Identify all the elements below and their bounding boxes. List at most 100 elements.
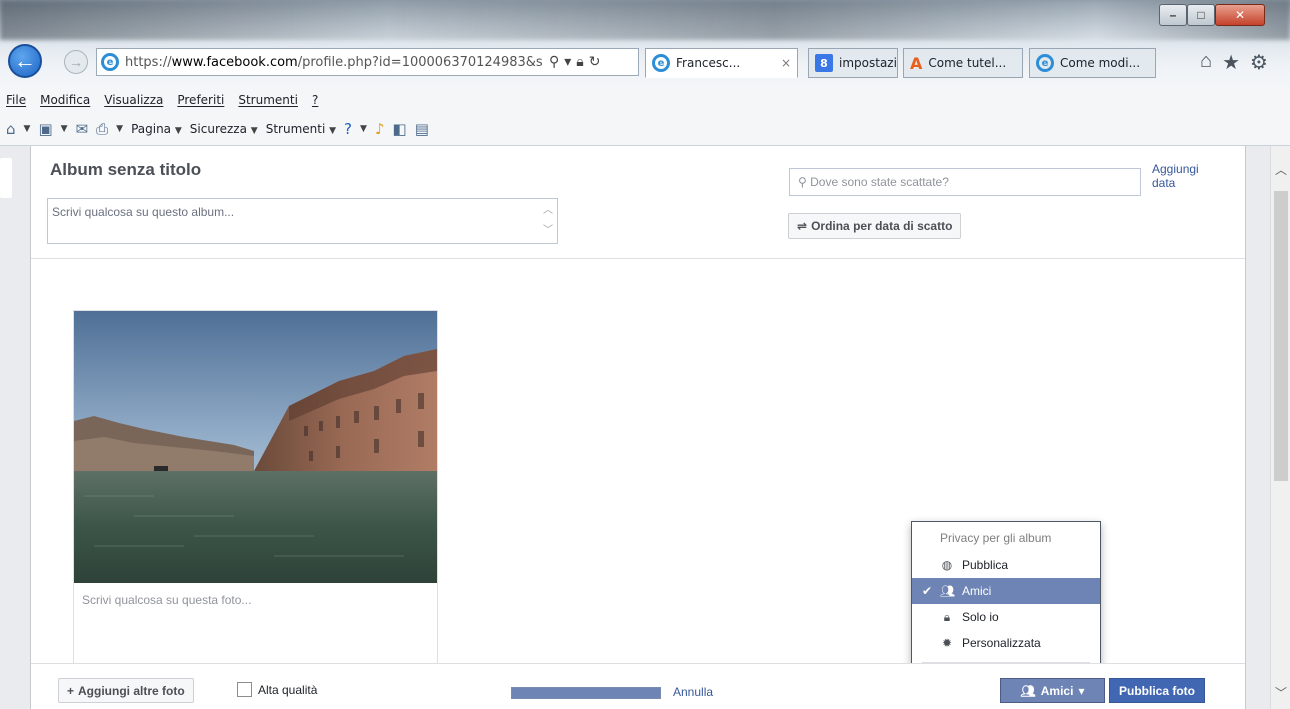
album-editor: Album senza titolo Scrivi qualcosa su qu…: [30, 146, 1246, 709]
privacy-option-custom[interactable]: ✹ Personalizzata: [912, 630, 1100, 656]
dropdown-icon[interactable]: ▼: [24, 124, 31, 134]
high-quality-option[interactable]: Alta qualità: [237, 682, 317, 697]
dropdown-icon[interactable]: ▼: [61, 124, 68, 134]
search-icon[interactable]: ⚲: [549, 54, 559, 70]
cancel-link[interactable]: Annulla: [673, 685, 713, 699]
settings-gear-icon[interactable]: ⚙: [1250, 50, 1268, 75]
tab-label: Francesc...: [676, 56, 741, 70]
command-security[interactable]: Sicurezza ▼: [190, 122, 258, 136]
privacy-menu-header: Privacy per gli album: [940, 531, 1052, 545]
friends-icon: 👥︎: [1020, 683, 1036, 698]
command-page[interactable]: Pagina ▼: [131, 122, 182, 136]
dropdown-icon: ▼: [329, 125, 337, 136]
sort-by-date-button[interactable]: ⇌ Ordina per data di scatto: [788, 213, 962, 239]
maximize-button[interactable]: □: [1187, 4, 1215, 26]
lock-icon: 🔒︎: [943, 609, 951, 624]
high-quality-checkbox[interactable]: [237, 682, 252, 697]
privacy-dropdown-menu: Privacy per gli album ◍ Pubblica ✔ 👥︎ Am…: [911, 521, 1101, 681]
favorites-star-icon[interactable]: ★: [1222, 50, 1240, 75]
menu-file[interactable]: File: [6, 93, 26, 107]
home-icon[interactable]: ⌂: [6, 120, 16, 138]
minimize-button[interactable]: –: [1159, 4, 1187, 26]
menu-visualizza[interactable]: Visualizza: [104, 93, 163, 107]
tab-facebook[interactable]: e Francesc... ×: [645, 48, 798, 78]
close-tab-icon[interactable]: ×: [781, 56, 791, 70]
address-url[interactable]: https://www.facebook.com/profile.php?id=…: [125, 55, 545, 70]
forward-button[interactable]: →: [64, 50, 88, 74]
scroll-down-arrow-icon[interactable]: ﹀: [1271, 683, 1290, 703]
location-placeholder: Dove sono state scattate?: [810, 175, 949, 189]
privacy-option-friends[interactable]: ✔ 👥︎ Amici: [912, 578, 1100, 604]
tab-impostazioni[interactable]: 8 impostazio...: [808, 48, 898, 78]
dropdown-icon[interactable]: ▼: [360, 124, 367, 134]
music-note-icon[interactable]: ♪: [375, 120, 385, 138]
home-icon[interactable]: ⌂: [1200, 50, 1212, 75]
command-security-label: Sicurezza: [189, 121, 247, 136]
lock-icon[interactable]: 🔒︎: [576, 54, 583, 70]
scroll-up-arrow-icon[interactable]: ︿: [1271, 160, 1290, 180]
add-more-photos-button[interactable]: + Aggiungi altre foto: [58, 678, 194, 703]
privacy-option-label: Pubblica: [962, 558, 1009, 572]
dropdown-icon[interactable]: ▼: [116, 124, 123, 134]
friends-icon: 👥︎: [940, 584, 956, 598]
url-path: /profile.php?id=100006370124983&s: [297, 54, 543, 70]
back-button[interactable]: ←: [8, 44, 42, 78]
location-input[interactable]: ⚲ Dove sono state scattate?: [789, 168, 1141, 196]
page-viewport: Album senza titolo Scrivi qualcosa su qu…: [0, 146, 1270, 709]
ie-icon: e: [652, 54, 670, 72]
ie-icon: e: [101, 53, 119, 71]
sort-button-label: Ordina per data di scatto: [811, 219, 953, 233]
textarea-scroll-arrows[interactable]: ︿ ﹀: [543, 201, 553, 241]
title-bar-background: [0, 0, 1290, 40]
scrollbar-thumb[interactable]: [1274, 191, 1288, 481]
album-description-input[interactable]: Scrivi qualcosa su questo album... ︿ ﹀: [47, 198, 558, 244]
tab-label: Come tutel...: [928, 56, 1007, 70]
album-header: Album senza titolo Scrivi qualcosa su qu…: [31, 146, 1245, 259]
aranzulla-icon: A: [910, 53, 923, 73]
feeds-icon[interactable]: ▣: [38, 120, 52, 138]
checkmark-icon: ✔: [922, 584, 933, 598]
command-page-label: Pagina: [131, 121, 172, 136]
menu-help[interactable]: ?: [312, 93, 318, 107]
help-icon[interactable]: ?: [344, 120, 352, 138]
ie-icon: e: [1036, 54, 1054, 72]
menu-strumenti[interactable]: Strumenti: [238, 93, 298, 107]
url-scheme: https://: [125, 54, 172, 70]
album-title[interactable]: Album senza titolo: [50, 160, 201, 180]
command-tools[interactable]: Strumenti ▼: [266, 122, 336, 136]
research-icon[interactable]: ◧: [393, 120, 407, 138]
url-domain: www.facebook.com: [171, 54, 298, 70]
page-scrollbar[interactable]: ︿ ﹀: [1270, 146, 1290, 709]
dropdown-icon[interactable]: ▾: [564, 54, 571, 70]
album-description-placeholder: Scrivi qualcosa su questo album...: [52, 205, 235, 219]
photo-caption-input[interactable]: Scrivi qualcosa su questa foto...: [82, 593, 251, 607]
location-pin-icon: ⚲: [798, 175, 807, 189]
privacy-option-public[interactable]: ◍ Pubblica: [912, 552, 1100, 578]
close-window-button[interactable]: ✕: [1215, 4, 1265, 26]
browser-title-bar: – □ ✕ ← → e https://www.facebook.com/pro…: [0, 0, 1290, 92]
tab-come-tutelare[interactable]: A Come tutel...: [903, 48, 1023, 78]
photo-image: [74, 311, 437, 583]
publish-photos-button[interactable]: Pubblica foto: [1109, 678, 1205, 703]
menu-bar: File Modifica Visualizza Preferiti Strum…: [0, 88, 1290, 112]
address-bar[interactable]: e https://www.facebook.com/profile.php?i…: [96, 48, 639, 76]
venice-canal-photo[interactable]: [74, 311, 437, 583]
upload-progress-fill: [512, 688, 660, 698]
refresh-icon[interactable]: ↻: [589, 54, 601, 70]
dropdown-icon: ▼: [174, 125, 182, 136]
tab-come-modificare[interactable]: e Come modi...: [1029, 48, 1156, 78]
add-more-photos-label: Aggiungi altre foto: [78, 683, 185, 698]
privacy-option-label: Solo io: [962, 610, 999, 624]
onenote-icon[interactable]: ▤: [415, 120, 429, 138]
privacy-option-label: Amici: [962, 584, 992, 598]
menu-modifica[interactable]: Modifica: [40, 93, 90, 107]
privacy-option-only-me[interactable]: 🔒︎ Solo io: [912, 604, 1100, 630]
album-footer-bar: + Aggiungi altre foto Alta qualità Annul…: [31, 663, 1245, 709]
mail-icon[interactable]: ✉: [76, 120, 89, 138]
menu-preferiti[interactable]: Preferiti: [177, 93, 224, 107]
add-date-link[interactable]: Aggiungi data: [1152, 162, 1199, 190]
google-icon: 8: [815, 54, 833, 72]
print-icon[interactable]: ⎙: [96, 120, 108, 138]
audience-selector-button[interactable]: 👥︎ Amici ▾: [1000, 678, 1105, 703]
upload-progress-bar: [511, 687, 661, 699]
